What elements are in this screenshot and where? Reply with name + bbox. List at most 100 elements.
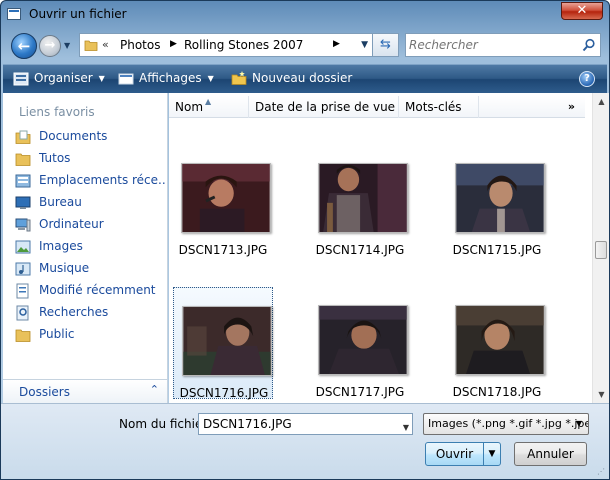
forward-button[interactable]: → [39, 35, 61, 57]
scroll-thumb[interactable] [595, 241, 607, 259]
new-folder-label: Nouveau dossier [252, 71, 353, 85]
fav-item-label: Musique [39, 261, 90, 275]
file-tile[interactable]: DSCN1718.JPG [447, 305, 547, 417]
fav-item-tutos[interactable]: Tutos [15, 149, 165, 169]
column-header-label: Date de la prise de vue [255, 100, 396, 114]
search-input[interactable] [409, 35, 579, 55]
breadcrumb-separator-icon[interactable]: ▶ [333, 39, 340, 49]
organize-icon [13, 72, 29, 85]
documents-icon [15, 130, 31, 144]
fav-item-label: Emplacements réce... [39, 173, 165, 187]
computer-icon [15, 218, 31, 232]
fav-item-recent-places[interactable]: Emplacements réce... [15, 171, 165, 191]
cancel-button[interactable]: Annuler [514, 442, 587, 466]
breadcrumb-rolling-stones[interactable]: Rolling Stones 2007 [184, 38, 303, 52]
fav-item-music[interactable]: Musique [15, 259, 165, 279]
column-headers: ▲ Nom Date de la prise de vue Mots-clés … [169, 96, 585, 118]
more-columns-icon[interactable]: » [568, 96, 575, 118]
images-icon [15, 240, 31, 254]
fav-item-public[interactable]: Public [15, 325, 165, 345]
fav-item-label: Recherches [39, 305, 109, 319]
recently-changed-icon [16, 283, 29, 299]
search-icon[interactable] [582, 38, 596, 52]
fav-item-label: Public [39, 327, 75, 341]
open-button-label[interactable]: Ouvrir [426, 443, 484, 465]
file-tile[interactable]: DSCN1717.JPG [310, 305, 410, 417]
views-menu[interactable]: Affichages ▼ [118, 71, 214, 86]
fav-item-documents[interactable]: Documents [15, 127, 165, 147]
column-header-name[interactable]: ▲ Nom [169, 96, 249, 118]
forward-arrow-icon: → [44, 38, 56, 53]
breadcrumb-separator-icon[interactable]: ▶ [170, 39, 177, 49]
music-icon [15, 262, 31, 276]
photo-thumbnail [181, 163, 271, 233]
photo-thumbnail [318, 163, 408, 233]
history-dropdown-icon[interactable]: ▼ [64, 41, 74, 51]
photo-thumbnail [182, 306, 272, 376]
file-name: DSCN1716.JPG [179, 386, 269, 400]
navigation-pane: Liens favoris Documents Tutos Emplacemen… [3, 93, 168, 403]
filetype-value: Images (*.png *.gif *.jpg *.jpeg [428, 417, 589, 430]
file-tile[interactable]: DSCN1713.JPG [173, 163, 273, 275]
file-name: DSCN1714.JPG [315, 243, 405, 257]
views-icon [118, 73, 134, 84]
searches-icon [16, 305, 29, 321]
file-tile[interactable]: DSCN1714.JPG [310, 163, 410, 275]
organize-menu[interactable]: Organiser ▼ [13, 71, 105, 86]
views-label: Affichages [139, 71, 202, 85]
fav-item-label: Bureau [39, 195, 82, 209]
column-header-keywords[interactable]: Mots-clés [399, 96, 479, 118]
filename-value: DSCN1716.JPG [203, 417, 292, 431]
folder-icon [15, 153, 31, 166]
new-folder-button[interactable]: Nouveau dossier [231, 71, 352, 86]
filetype-select[interactable]: Images (*.png *.gif *.jpg *.jpeg ▼ [423, 413, 589, 435]
recent-places-icon [15, 174, 31, 188]
vertical-scrollbar[interactable]: ▲ ▼ [592, 93, 609, 403]
fav-item-desktop[interactable]: Bureau [15, 193, 165, 213]
search-box[interactable] [405, 33, 601, 57]
refresh-button[interactable]: ⇆ [373, 33, 399, 57]
desktop-icon [15, 196, 31, 209]
photo-thumbnail [455, 163, 545, 233]
filetype-dropdown-icon[interactable]: ▼ [572, 414, 586, 434]
address-bar[interactable]: « Photos ▶ Rolling Stones 2007 ▶ ▼ [79, 33, 373, 57]
open-button[interactable]: Ouvrir ▼ [425, 442, 501, 466]
window-title: Ouvrir un fichier [29, 7, 127, 21]
photo-thumbnail [318, 305, 408, 375]
fav-item-images[interactable]: Images [15, 237, 165, 257]
fav-item-label: Images [39, 239, 83, 253]
caret-down-icon: ▼ [207, 74, 214, 83]
address-dropdown-icon[interactable]: ▼ [361, 40, 368, 50]
file-list-pane: ▲ Nom Date de la prise de vue Mots-clés … [169, 93, 609, 403]
refresh-icon: ⇆ [380, 37, 391, 52]
back-button[interactable]: ← [11, 33, 37, 59]
scroll-up-icon[interactable]: ▲ [593, 93, 609, 110]
filename-input[interactable]: DSCN1716.JPG ▼ [198, 413, 413, 435]
fav-item-label: Documents [39, 129, 108, 143]
fav-item-recently-changed[interactable]: Modifié récemment [15, 281, 165, 301]
fav-item-computer[interactable]: Ordinateur [15, 215, 165, 235]
help-icon[interactable]: ? [579, 71, 595, 87]
resize-grip-icon[interactable]: ⋰ [597, 467, 607, 477]
folders-label: Dossiers [19, 385, 70, 399]
title-bar[interactable]: Ouvrir un fichier ✕ [1, 1, 609, 29]
filename-dropdown-icon[interactable]: ▼ [403, 418, 409, 438]
open-options-caret-icon[interactable]: ▼ [484, 443, 500, 465]
fav-item-label: Tutos [39, 151, 71, 165]
column-header-label: Mots-clés [405, 100, 462, 114]
column-header-label: Nom [175, 100, 204, 114]
folders-toggle[interactable]: Dossiers ⌃ [3, 379, 167, 403]
file-tile[interactable]: DSCN1715.JPG [447, 163, 547, 275]
file-tile-selected[interactable]: DSCN1716.JPG [173, 287, 273, 400]
dialog-footer: Nom du fichier : DSCN1716.JPG ▼ Images (… [1, 403, 609, 479]
command-toolbar: Organiser ▼ Affichages ▼ Nouveau dossier ? [3, 64, 607, 93]
folder-icon [15, 329, 31, 342]
organize-label: Organiser [34, 71, 93, 85]
breadcrumb-photos[interactable]: Photos [120, 38, 160, 52]
file-name: DSCN1718.JPG [452, 385, 542, 399]
close-button[interactable]: ✕ [561, 2, 603, 20]
breadcrumb-overflow-chevron[interactable]: « [102, 38, 109, 51]
fav-item-searches[interactable]: Recherches [15, 303, 165, 323]
column-header-date[interactable]: Date de la prise de vue [249, 96, 399, 118]
scroll-down-icon[interactable]: ▼ [593, 386, 609, 403]
